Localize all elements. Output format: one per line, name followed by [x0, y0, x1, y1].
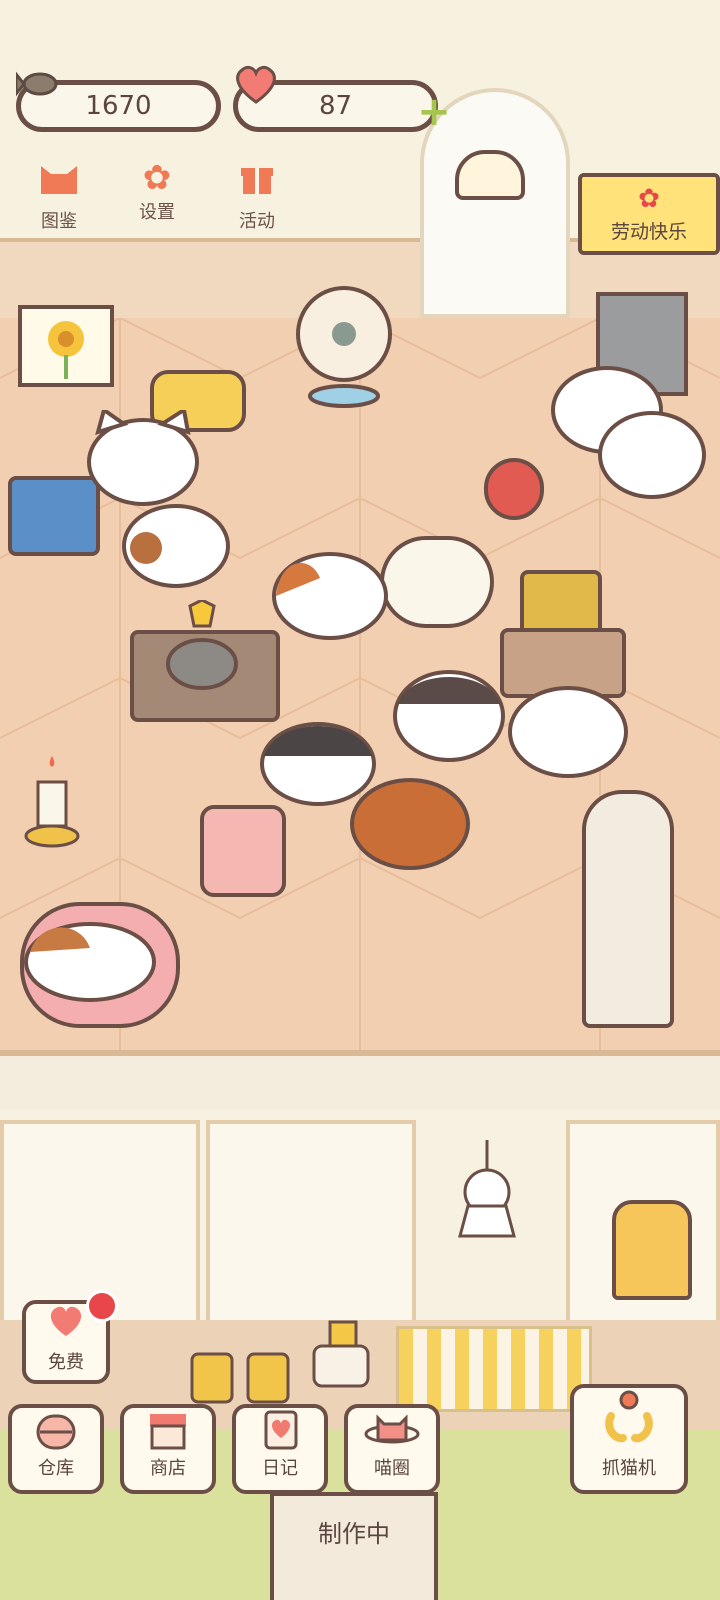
broom-in-pot[interactable] — [310, 1262, 372, 1388]
air-purifier[interactable] — [582, 790, 674, 1028]
diary-label: 日记 — [262, 1458, 298, 1479]
gift-icon — [222, 158, 292, 207]
daruma-doll[interactable] — [484, 458, 544, 520]
mouse-speech-bubble[interactable] — [380, 536, 494, 628]
diary-button[interactable]: 日记 — [232, 1404, 328, 1494]
claw-machine-button[interactable]: 抓猫机 — [570, 1384, 688, 1494]
wind-chime-icon[interactable] — [455, 150, 525, 200]
grey-tabby-cat[interactable] — [596, 405, 708, 539]
labor-day-event-banner[interactable]: ✿ 劳动快乐 — [578, 173, 720, 255]
crafting-sign[interactable]: 制作中 — [270, 1492, 438, 1600]
add-hearts-button[interactable]: + — [414, 92, 454, 132]
storage-label: 仓库 — [38, 1458, 74, 1479]
flower-icon: ✿ — [638, 184, 660, 214]
collection-button[interactable]: 图鉴 — [24, 158, 94, 233]
shop-label: 商店 — [150, 1458, 186, 1479]
rain-boots[interactable] — [186, 1350, 302, 1406]
sleeping-cat-on-cushion[interactable] — [20, 912, 170, 1012]
floor-rail — [0, 1050, 720, 1117]
candle-icon[interactable] — [24, 752, 80, 856]
claw-machine-label: 抓猫机 — [602, 1458, 656, 1479]
storage-button[interactable]: 仓库 — [8, 1404, 104, 1494]
settings-label: 设置 — [139, 202, 175, 223]
cat-circle-button[interactable]: 喵圈 — [344, 1404, 440, 1494]
diary-icon — [236, 1408, 324, 1454]
heart-icon — [232, 62, 280, 106]
white-pink-ear-cat[interactable] — [506, 680, 630, 800]
black-white-cat[interactable] — [390, 664, 508, 780]
settings-button[interactable]: ✿ 设置 — [122, 158, 192, 224]
claw-icon — [574, 1388, 684, 1454]
teru-teru-bozu-icon — [454, 1140, 520, 1240]
sunflower-painting-easel[interactable] — [18, 305, 114, 387]
electric-fan[interactable] — [292, 284, 396, 408]
notification-dot — [86, 1290, 118, 1322]
gear-icon: ✿ — [142, 158, 172, 198]
brown-patch-cat[interactable] — [120, 500, 232, 614]
orange-tabby-cat[interactable] — [348, 774, 472, 898]
crafting-label: 制作中 — [318, 1520, 390, 1548]
shop-icon — [124, 1408, 212, 1454]
collection-label: 图鉴 — [41, 211, 77, 232]
striped-doormat — [396, 1326, 592, 1412]
shop-button[interactable]: 商店 — [120, 1404, 216, 1494]
planet-cat-icon — [348, 1408, 436, 1454]
fish-amount: 1670 — [85, 91, 152, 121]
heart-amount: 87 — [318, 91, 353, 121]
orange-white-cat[interactable] — [270, 548, 390, 668]
cat-face-icon — [24, 158, 94, 207]
events-label: 活动 — [239, 211, 275, 232]
free-label: 免费 — [48, 1352, 84, 1373]
event-banner-label: 劳动快乐 — [610, 221, 687, 243]
cat-circle-label: 喵圈 — [374, 1458, 410, 1479]
box-icon — [12, 1408, 100, 1454]
lantern[interactable] — [612, 1200, 692, 1300]
record-player[interactable] — [520, 570, 602, 636]
fish-icon — [14, 66, 60, 106]
events-button[interactable]: 活动 — [222, 158, 292, 233]
